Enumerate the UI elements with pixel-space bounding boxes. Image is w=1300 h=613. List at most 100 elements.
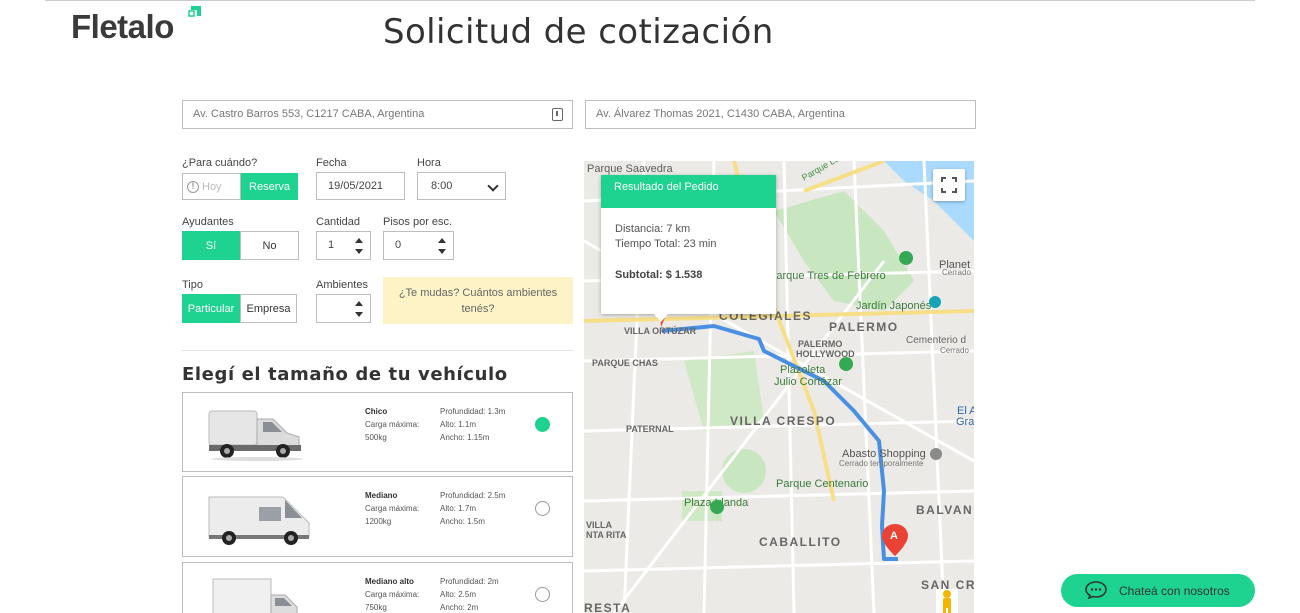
type-company-label: Empresa [246, 302, 291, 315]
vehicle-load-label: Carga máxima: [365, 590, 420, 599]
type-particular-label: Particular [187, 302, 235, 315]
logo[interactable]: Fletalo [71, 8, 174, 46]
quantity-value: 1 [328, 239, 335, 251]
vehicle-depth: Profundidad: 2m [440, 577, 499, 586]
when-reserve-button[interactable]: Reserva [241, 173, 298, 200]
map-label: Jardín Japonés [856, 300, 932, 312]
chevron-down-icon [487, 180, 499, 192]
page-title: Solicitud de cotización [383, 12, 774, 52]
helpers-yes-button[interactable]: Sí [182, 231, 240, 260]
rooms-hint-line2: tenés? [461, 303, 495, 315]
park-area [722, 449, 766, 493]
vehicle-card-medium[interactable]: Mediano Carga máxima: 1200kg Profundidad… [182, 476, 573, 557]
map-label: Cementerio d [906, 335, 966, 346]
origin-address-value: Av. Castro Barros 553, C1217 CABA, Argen… [193, 108, 425, 120]
vehicle-height: Alto: 1.1m [440, 420, 477, 429]
vehicle-width: Ancho: 2m [440, 603, 479, 612]
origin-address-input[interactable]: Av. Castro Barros 553, C1217 CABA, Argen… [182, 100, 573, 129]
shopping-icon [930, 448, 942, 460]
map-label: Cerrado temporalmente [839, 459, 924, 468]
date-input[interactable]: 19/05/2021 [316, 172, 405, 200]
helpers-no-button[interactable]: No [240, 231, 299, 260]
rooms-hint-line1: ¿Te mudas? Cuántos ambientes [398, 287, 558, 299]
vehicle-load-label: Carga máxima: [365, 504, 420, 513]
floors-stepper[interactable]: 0 [383, 231, 454, 260]
fullscreen-icon [941, 177, 957, 193]
map-label: PALERMO [798, 339, 842, 349]
floors-label: Pisos por esc. [383, 216, 453, 228]
rooms-hint: ¿Te mudas? Cuántos ambientes tenés? [383, 277, 573, 324]
vehicle-radio-selected[interactable] [535, 417, 550, 432]
map-label: Parque Tres de Febrero [769, 270, 886, 282]
map-label: Julio Cortázar [774, 376, 842, 388]
top-divider [45, 0, 1255, 1]
result-title: Resultado del Pedido [601, 175, 776, 208]
popup-tail [654, 314, 668, 322]
map-label: CABALLITO [759, 535, 842, 549]
vehicle-radio[interactable] [535, 587, 550, 602]
quantity-label: Cantidad [316, 216, 361, 228]
map-label: NTA RITA [586, 530, 627, 540]
helpers-no-label: No [262, 239, 277, 252]
vehicle-card-medium-high[interactable]: Mediano alto Carga máxima: 750kg Profund… [182, 562, 573, 613]
page: Fletalo Solicitud de cotización Av. Cast… [0, 0, 1300, 613]
result-body: Distancia: 7 km Tiempo Total: 23 min Sub… [601, 208, 776, 283]
when-today-button[interactable]: ! Hoy [182, 173, 241, 200]
result-distance: Distancia: 7 km [615, 223, 691, 235]
time-select[interactable]: 8:00 [417, 172, 506, 200]
vehicle-load: Carga máxima: 750kg [365, 588, 419, 613]
map-label: VILLA [586, 520, 612, 530]
vehicle-height: Alto: 2.5m [440, 590, 477, 599]
map-label: Plazoleta [780, 364, 826, 376]
vehicle-load: Carga máxima: 500kg [365, 418, 419, 444]
vehicle-load-value: 1200kg [365, 517, 392, 526]
spinner-icon[interactable] [355, 238, 363, 254]
street-view-pegman-icon [936, 589, 958, 613]
type-label: Tipo [182, 279, 203, 291]
map-label: PATERNAL [626, 424, 674, 434]
floors-value: 0 [395, 239, 402, 251]
medium-van-image [208, 496, 310, 545]
chat-label: Chateá con nosotros [1119, 583, 1230, 598]
vehicle-load: Carga máxima: 1200kg [365, 502, 419, 528]
attraction-icon [929, 296, 941, 308]
map-label: Parque Centenario [776, 478, 868, 490]
map-label: Cerrado [942, 268, 971, 277]
vehicle-section-title: Elegí el tamaño de tu vehículo [182, 364, 508, 385]
result-subtotal: Subtotal: $ 1.538 [615, 269, 703, 281]
helpers-yes-label: Sí [205, 239, 217, 252]
vehicle-load-value: 750kg [365, 603, 387, 612]
vehicle-name: Mediano alto [365, 577, 414, 586]
map-label: PALERMO [829, 320, 899, 334]
vehicle-width: Ancho: 1.15m [440, 433, 490, 442]
address-list-icon[interactable] [552, 108, 563, 121]
map-label: Grand Sp [956, 416, 974, 428]
map-label: VILLA ORTÚZAR [624, 325, 697, 336]
when-today-label: Hoy [202, 180, 222, 193]
vehicle-radio[interactable] [535, 501, 550, 516]
spinner-icon[interactable] [438, 238, 446, 254]
vehicle-width: Ancho: 1.5m [440, 517, 485, 526]
quantity-stepper[interactable]: 1 [316, 231, 371, 260]
vehicle-load-value: 500kg [365, 433, 387, 442]
time-value: 8:00 [431, 180, 453, 192]
type-particular-button[interactable]: Particular [182, 294, 240, 323]
rooms-stepper[interactable] [316, 294, 371, 323]
section-divider [182, 350, 573, 351]
rooms-label: Ambientes [316, 279, 368, 291]
small-van-image [208, 410, 303, 461]
spinner-icon[interactable] [355, 301, 363, 317]
vehicle-card-small[interactable]: Chico Carga máxima: 500kg Profundidad: 1… [182, 392, 573, 472]
helpers-label: Ayudantes [182, 216, 234, 228]
date-label: Fecha [316, 157, 347, 169]
destination-pin-label: A [890, 530, 898, 542]
result-time: Tiempo Total: 23 min [615, 238, 717, 250]
destination-address-value: Av. Álvarez Thomas 2021, C1430 CABA, Arg… [596, 108, 845, 120]
result-popup: Resultado del Pedido Distancia: 7 km Tie… [601, 175, 776, 322]
type-company-button[interactable]: Empresa [240, 294, 297, 323]
vehicle-name: Chico [365, 407, 388, 416]
chat-button[interactable]: Chateá con nosotros [1061, 574, 1255, 607]
fullscreen-button[interactable] [933, 169, 965, 201]
destination-address-input[interactable]: Av. Álvarez Thomas 2021, C1430 CABA, Arg… [585, 100, 976, 129]
chat-bubble-icon [1085, 581, 1107, 599]
